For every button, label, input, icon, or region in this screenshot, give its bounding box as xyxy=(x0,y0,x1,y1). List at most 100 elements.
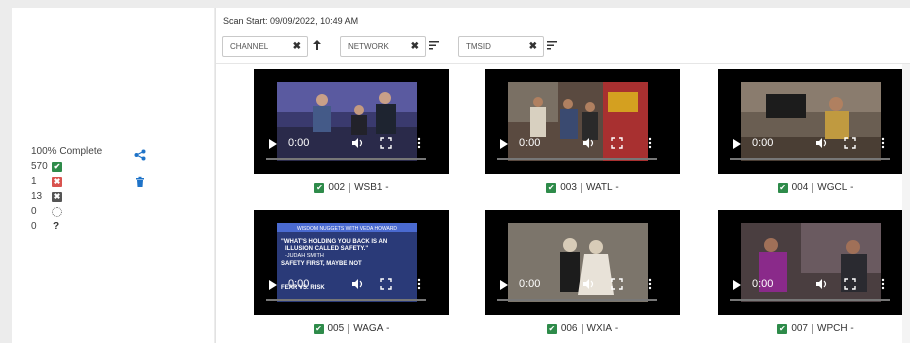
channel-caption: ✔ 003 WATL - xyxy=(485,182,680,193)
playback-time: 0:00 xyxy=(519,137,541,149)
clear-network-filter-icon[interactable]: ✖ xyxy=(411,41,419,52)
header-separator xyxy=(216,63,910,64)
video-player[interactable]: 0:00 xyxy=(254,69,449,174)
play-icon[interactable] xyxy=(733,139,741,149)
play-icon[interactable] xyxy=(269,280,277,290)
channel-number: 006 xyxy=(560,323,578,334)
volume-icon[interactable] xyxy=(815,278,827,290)
channel-callsign: WAGA xyxy=(353,323,384,334)
failed-count-row: 1 ✖ xyxy=(31,174,102,189)
thumbnail-banner: WISDOM NUGGETS WITH VEDA HOWARD xyxy=(297,226,397,232)
pending-count: 0 xyxy=(31,206,37,217)
question-icon: ? xyxy=(53,221,60,232)
check-icon: ✔ xyxy=(777,182,788,193)
channel-network: - xyxy=(386,323,390,334)
more-options-icon[interactable] xyxy=(417,137,421,149)
skipped-count: 13 xyxy=(31,191,43,202)
sort-lines-icon[interactable] xyxy=(429,39,439,51)
channel-network: - xyxy=(850,182,854,193)
complete-status: 100% Complete xyxy=(31,144,102,159)
playback-time: 0:00 xyxy=(752,278,774,290)
video-player[interactable]: 0:00 xyxy=(718,69,910,174)
progress-bar[interactable] xyxy=(497,158,657,160)
channel-number: 004 xyxy=(791,182,809,193)
video-player[interactable]: 0:00 xyxy=(718,210,910,315)
progress-bar[interactable] xyxy=(730,158,890,160)
channel-network: - xyxy=(385,182,389,193)
fullscreen-icon[interactable] xyxy=(380,278,392,290)
channel-number: 007 xyxy=(791,323,808,334)
unknown-count-row: 0 ? xyxy=(31,219,102,234)
progress-bar[interactable] xyxy=(730,299,890,301)
check-icon: ✔ xyxy=(52,161,62,172)
progress-bar[interactable] xyxy=(497,299,657,301)
fullscreen-icon[interactable] xyxy=(844,278,856,290)
check-icon: ✔ xyxy=(777,323,788,334)
play-icon[interactable] xyxy=(269,139,277,149)
progress-bar[interactable] xyxy=(266,299,426,301)
scroll-track[interactable] xyxy=(902,64,910,343)
network-filter[interactable]: NETWORK ✖ xyxy=(340,36,426,57)
volume-icon[interactable] xyxy=(582,137,594,149)
scan-summary: 100% Complete 570 ✔ 1 ✖ 13 ✖ 0 0 ? xyxy=(31,144,102,234)
channel-filter-label: CHANNEL xyxy=(230,42,269,51)
video-player[interactable]: 0:00 xyxy=(485,69,680,174)
fullscreen-icon[interactable] xyxy=(611,278,623,290)
thumbnail-line: SAFETY FIRST, MAYBE NOT xyxy=(281,261,362,267)
volume-icon[interactable] xyxy=(351,278,363,290)
spinner-icon xyxy=(52,206,62,217)
error-icon: ✖ xyxy=(52,176,62,187)
more-options-icon[interactable] xyxy=(648,137,652,149)
more-options-icon[interactable] xyxy=(881,278,885,290)
volume-icon[interactable] xyxy=(351,137,363,149)
play-icon[interactable] xyxy=(500,280,508,290)
channel-callsign: WSB1 xyxy=(354,182,383,193)
channel-filter[interactable]: CHANNEL ✖ xyxy=(222,36,308,57)
channel-caption: ✔ 007 WPCH - xyxy=(718,323,910,334)
player-controls: 0:00 xyxy=(485,270,680,304)
more-options-icon[interactable] xyxy=(881,137,885,149)
tmsid-filter-label: TMSID xyxy=(466,42,491,51)
volume-icon[interactable] xyxy=(815,137,827,149)
channel-number: 003 xyxy=(560,182,577,193)
channel-callsign: WPCH xyxy=(817,323,848,334)
fullscreen-icon[interactable] xyxy=(611,137,623,149)
player-controls: 0:00 xyxy=(485,129,680,163)
fullscreen-icon[interactable] xyxy=(380,137,392,149)
player-controls: 0:00 xyxy=(718,270,910,304)
pending-count-row: 0 xyxy=(31,204,102,219)
results-panel: Scan Start: 09/09/2022, 10:49 AM CHANNEL… xyxy=(216,8,910,343)
check-icon: ✔ xyxy=(313,323,324,334)
playback-time: 0:00 xyxy=(519,278,541,290)
progress-bar[interactable] xyxy=(266,158,426,160)
channel-network: - xyxy=(615,182,619,193)
check-icon: ✔ xyxy=(314,182,325,193)
channel-callsign: WGCL xyxy=(817,182,848,193)
channel-network: - xyxy=(850,323,854,334)
play-icon[interactable] xyxy=(733,280,741,290)
tmsid-filter[interactable]: TMSID ✖ xyxy=(458,36,544,57)
video-player[interactable]: 0:00 xyxy=(485,210,680,315)
clear-tmsid-filter-icon[interactable]: ✖ xyxy=(529,41,537,52)
channel-callsign: WXIA xyxy=(586,323,613,334)
channel-caption: ✔ 004 WGCL - xyxy=(718,182,910,193)
channel-number: 002 xyxy=(328,182,346,193)
volume-icon[interactable] xyxy=(582,278,594,290)
play-icon[interactable] xyxy=(500,139,508,149)
video-player[interactable]: WISDOM NUGGETS WITH VEDA HOWARD "WHAT'S … xyxy=(254,210,449,315)
channel-caption: ✔ 006 WXIA - xyxy=(485,323,680,334)
clear-channel-filter-icon[interactable]: ✖ xyxy=(293,41,301,52)
share-icon[interactable] xyxy=(134,149,146,161)
playback-time: 0:00 xyxy=(752,137,774,149)
more-options-icon[interactable] xyxy=(417,278,421,290)
channel-caption: ✔ 002 WSB1 - xyxy=(254,182,449,193)
trash-icon[interactable] xyxy=(134,176,146,188)
sort-lines-icon[interactable] xyxy=(547,39,557,51)
failed-count: 1 xyxy=(31,176,37,187)
network-filter-label: NETWORK xyxy=(348,42,389,51)
sort-ascending-icon[interactable] xyxy=(312,39,322,51)
playback-time: 0:00 xyxy=(288,278,310,290)
fullscreen-icon[interactable] xyxy=(844,137,856,149)
more-options-icon[interactable] xyxy=(648,278,652,290)
channel-caption: ✔ 005 WAGA - xyxy=(254,323,449,334)
